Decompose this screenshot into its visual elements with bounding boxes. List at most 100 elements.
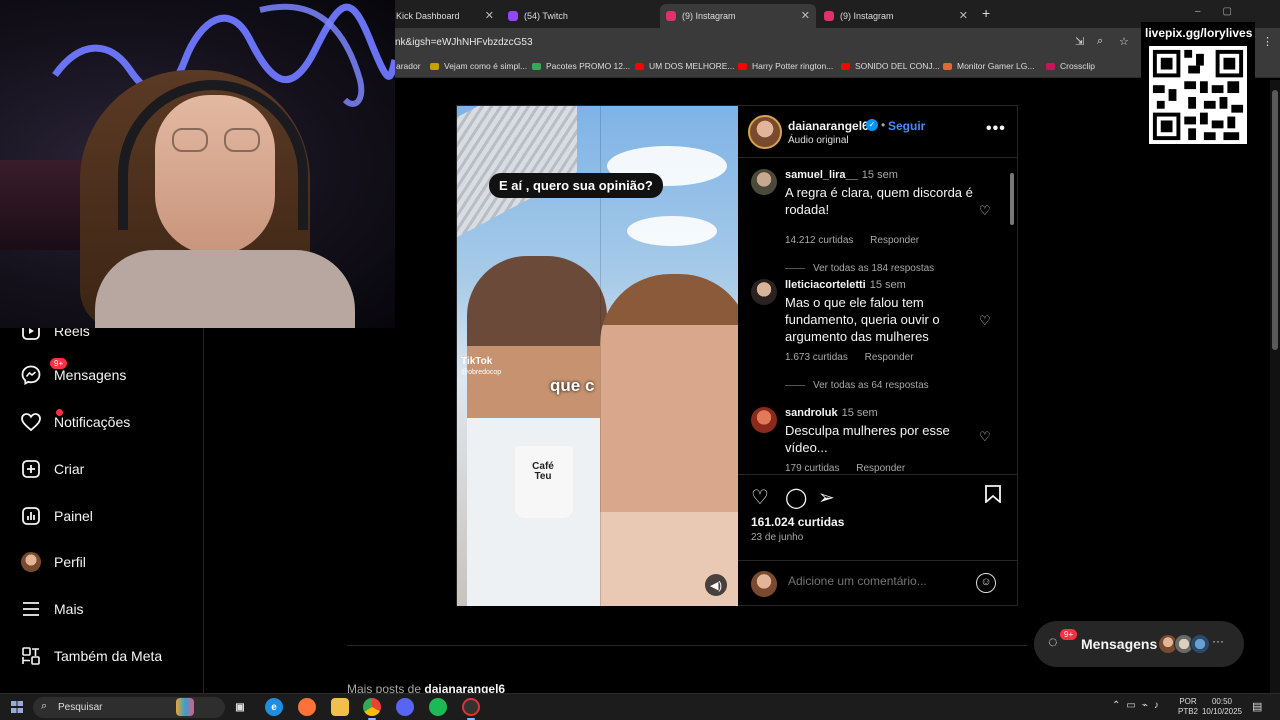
notification-center-icon[interactable]: ▤ (1252, 700, 1262, 713)
more-options-button[interactable]: ••• (986, 120, 1006, 138)
comment-username[interactable]: samuel_lira__ 15 sem (785, 169, 898, 181)
new-tab-button[interactable]: + (982, 5, 990, 21)
file-explorer-icon[interactable] (331, 698, 349, 716)
view-replies-button[interactable]: Ver todas as 64 respostas (785, 380, 929, 391)
sidebar-item-notifications[interactable]: Notificações (20, 409, 130, 433)
like-comment-heart-icon[interactable]: ♡ (979, 429, 991, 445)
language-indicator[interactable]: POR PTB2 (1178, 697, 1198, 717)
bookmark-item[interactable]: SONIDO DEL CONJ... (841, 61, 940, 71)
page-scrollbar-thumb[interactable] (1272, 90, 1278, 350)
close-icon[interactable]: ✕ (801, 9, 810, 22)
audio-label[interactable]: Áudio original (788, 135, 849, 146)
tab-instagram-active[interactable]: (9) Instagram ✕ (660, 4, 816, 28)
taskbar-clock[interactable]: 00:50 10/10/2025 (1200, 697, 1244, 717)
view-replies-button[interactable]: Ver todas as 184 respostas (785, 263, 934, 274)
bookmark-star-icon[interactable]: ☆ (1119, 35, 1129, 48)
sidebar-item-create[interactable]: Criar (20, 458, 84, 480)
qr-label: livepix.gg/lorylives (1145, 26, 1253, 40)
sidebar-item-also-from-meta[interactable]: Também da Meta (20, 645, 162, 667)
like-comment-heart-icon[interactable]: ♡ (979, 313, 991, 329)
speaker-icon: ◀) (709, 579, 723, 592)
scrollbar-thumb[interactable] (1010, 173, 1014, 225)
comment-username[interactable]: sandroluk 15 sem (785, 407, 878, 419)
sidebar-item-profile[interactable]: Perfil (20, 551, 86, 573)
crossclip-icon (1046, 63, 1055, 70)
sidebar-item-more[interactable]: Mais (20, 598, 84, 620)
save-bookmark-icon[interactable] (985, 485, 1001, 509)
mute-button[interactable]: ◀) (705, 574, 727, 596)
post-date: 23 de junho (751, 532, 804, 543)
post-video[interactable]: Café Teu E aí , quero sua opinião? TikTo… (457, 106, 738, 606)
commenter-avatar[interactable] (751, 407, 777, 433)
url-field[interactable]: nk&igsh=eWJhNHFvbzdzcG53 (395, 37, 533, 48)
meta-icon (20, 645, 42, 667)
author-avatar[interactable] (748, 115, 782, 149)
bookmark-item[interactable]: Crossclip (1046, 61, 1095, 71)
bookmark-item[interactable]: Harry Potter rington... (738, 61, 833, 71)
sidebar-item-messages[interactable]: 9+ Mensagens (20, 358, 127, 386)
commenter-avatar[interactable] (751, 169, 777, 195)
spotify-icon[interactable] (429, 698, 447, 716)
zoom-icon[interactable]: ⌕ (1097, 35, 1103, 48)
follow-button[interactable]: Seguir (888, 119, 925, 133)
close-icon[interactable]: ✕ (959, 9, 968, 22)
bookmark-item[interactable]: arador (396, 61, 421, 71)
comment-bubble-icon[interactable]: ◯ (785, 485, 807, 510)
comment-likes[interactable]: 179 curtidas (785, 463, 839, 474)
comment-meta: 179 curtidas Responder (785, 463, 919, 474)
commenter-avatar[interactable] (751, 279, 777, 305)
like-heart-icon[interactable]: ♡ (751, 485, 769, 510)
messages-pill[interactable]: ◌ 9+ Mensagens ··· (1034, 621, 1244, 667)
comment-likes[interactable]: 1.673 curtidas (785, 352, 848, 363)
post-sidebar: daianarangel6 ✓ • Seguir Áudio original … (738, 106, 1018, 606)
comment-meta: 1.673 curtidas Responder (785, 352, 928, 363)
install-app-icon[interactable]: ⇲ (1075, 35, 1084, 48)
profile-avatar (20, 551, 42, 573)
contact-avatar (1190, 634, 1210, 654)
share-send-icon[interactable]: ➢ (818, 485, 835, 510)
bookmark-item[interactable]: UM DOS MELHORE... (635, 61, 734, 71)
messenger-icon (20, 364, 42, 386)
reply-button[interactable]: Responder (870, 235, 919, 246)
sidebar-item-label: Mensagens (54, 367, 127, 383)
tab-instagram[interactable]: (9) Instagram ✕ (818, 4, 974, 28)
bookmark-item[interactable]: Vejam como é simpl... (430, 61, 527, 71)
discord-icon[interactable] (396, 698, 414, 716)
widgets-icon[interactable] (176, 698, 194, 716)
chrome-icon[interactable] (363, 698, 381, 716)
author-username[interactable]: daianarangel6 (788, 119, 869, 133)
add-comment-bar: ☺ (738, 560, 1018, 606)
tab-twitch[interactable]: (54) Twitch (502, 4, 658, 28)
sidebar-item-label: Criar (54, 461, 85, 477)
reply-button[interactable]: Responder (865, 352, 914, 363)
edge-icon[interactable]: e (265, 698, 283, 716)
firefox-icon[interactable] (298, 698, 316, 716)
reply-button[interactable]: Responder (856, 463, 905, 474)
comment-likes[interactable]: 14.212 curtidas (785, 235, 853, 246)
comment-input[interactable] (788, 574, 968, 588)
comment-time: 15 sem (861, 169, 898, 181)
tab-kick-dashboard[interactable]: Kick Dashboard ✕ (390, 4, 500, 28)
browser-menu-icon[interactable]: ⋮ (1262, 35, 1273, 48)
task-view-icon[interactable]: ▣ (231, 698, 249, 716)
close-icon[interactable]: ✕ (485, 9, 494, 22)
page-scrollbar[interactable] (1270, 80, 1280, 693)
comment-time: 15 sem (869, 279, 906, 291)
tiktok-watermark: TikTok (461, 356, 493, 367)
notification-badge: 9+ (50, 358, 68, 369)
comment-username[interactable]: lleticiacorteletti 15 sem (785, 279, 906, 291)
sidebar-item-dashboard[interactable]: Painel (20, 505, 93, 527)
window-controls[interactable]: –▢ (1195, 6, 1254, 17)
windows-taskbar: ⌕ Pesquisar ▣ e ⌃▭⌁♪ POR PTB2 00:50 10/10/… (0, 693, 1280, 720)
like-comment-heart-icon[interactable]: ♡ (979, 203, 991, 219)
obs-icon[interactable] (462, 698, 480, 716)
emoji-icon[interactable]: ☺ (976, 573, 996, 593)
bookmark-item[interactable]: Monitor Gamer LG... (943, 61, 1034, 71)
taskbar-search[interactable]: ⌕ Pesquisar (33, 697, 225, 718)
windows-start-icon[interactable] (11, 701, 23, 713)
bookmark-item[interactable]: Pacotes PROMO 12... (532, 61, 630, 71)
comment-item: lleticiacorteletti 15 sem Mas o que ele f… (751, 279, 1001, 391)
system-tray-icons[interactable]: ⌃▭⌁♪ (1112, 700, 1165, 711)
total-likes[interactable]: 161.024 curtidas (751, 515, 844, 529)
comments-scrollbar[interactable] (1008, 163, 1016, 475)
